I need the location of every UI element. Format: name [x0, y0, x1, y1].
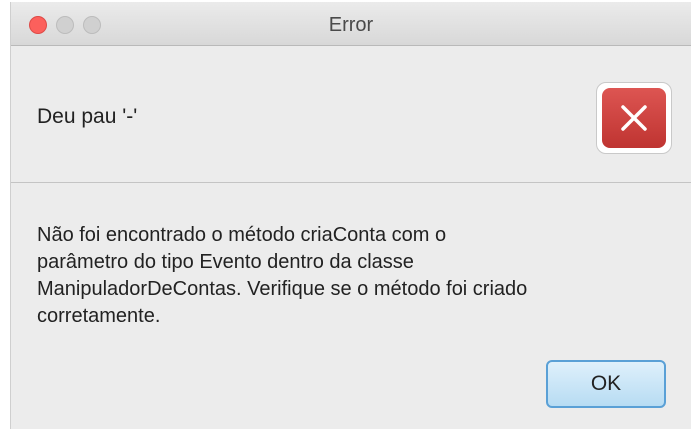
ok-button[interactable]: OK [546, 360, 666, 408]
error-dialog-window: Error Deu pau '-' Não foi encontrado o m… [10, 2, 691, 429]
dialog-header: Deu pau '-' [11, 46, 691, 183]
window-title: Error [328, 14, 374, 36]
message-line: Não foi encontrado o método criaConta co… [37, 224, 447, 246]
dialog-message: Não foi encontrado o método criaConta co… [37, 222, 637, 330]
error-icon [596, 82, 672, 154]
header-text: Deu pau '-' [37, 105, 138, 128]
error-icon-background [602, 88, 666, 148]
message-line: corretamente. [37, 305, 161, 327]
message-line: ManipuladorDeContas. Verifique se o méto… [37, 278, 528, 300]
message-line: parâmetro do tipo Evento dentro da class… [37, 251, 414, 273]
x-mark-icon [621, 105, 647, 131]
title-bar: Error [11, 2, 691, 46]
